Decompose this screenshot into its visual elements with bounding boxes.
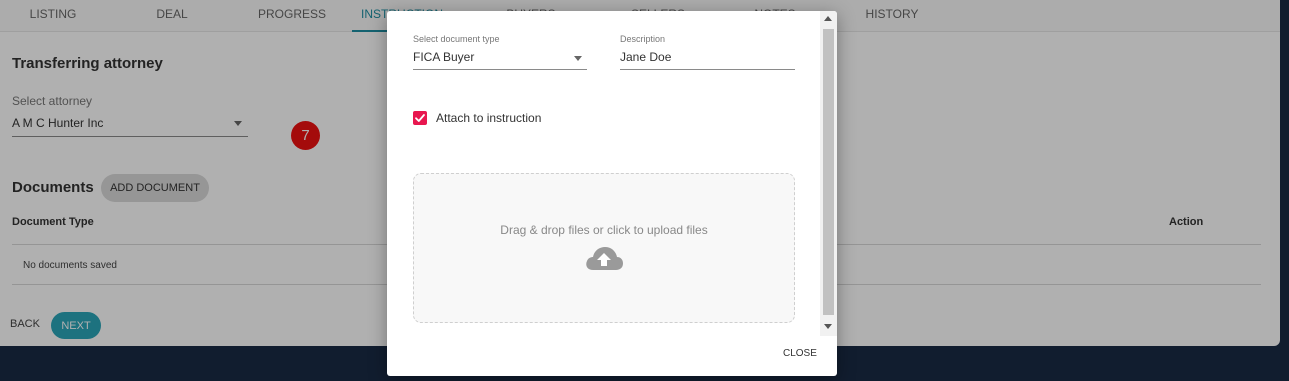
document-type-select[interactable]: FICA Buyer <box>413 48 587 70</box>
attach-to-instruction-checkbox[interactable] <box>413 111 427 125</box>
scrollbar-thumb[interactable] <box>823 29 834 315</box>
close-button[interactable]: CLOSE <box>783 348 817 359</box>
attach-to-instruction-label[interactable]: Attach to instruction <box>436 111 541 125</box>
description-input[interactable]: Jane Doe <box>620 48 795 70</box>
file-dropzone[interactable]: Drag & drop files or click to upload fil… <box>413 173 795 323</box>
dropzone-text: Drag & drop files or click to upload fil… <box>500 223 708 237</box>
description-label: Description <box>620 34 666 44</box>
dialog-scrollbar[interactable] <box>820 11 837 336</box>
document-type-label: Select document type <box>413 34 500 44</box>
scroll-down-arrow-icon[interactable] <box>824 324 832 329</box>
cloud-upload-icon <box>586 247 623 270</box>
scroll-up-arrow-icon[interactable] <box>824 16 832 21</box>
add-document-dialog: Select document type FICA Buyer Descript… <box>387 11 837 376</box>
description-value: Jane Doe <box>620 50 672 64</box>
checkmark-icon <box>415 114 425 122</box>
chevron-down-icon <box>574 56 582 61</box>
document-type-value: FICA Buyer <box>413 50 475 64</box>
